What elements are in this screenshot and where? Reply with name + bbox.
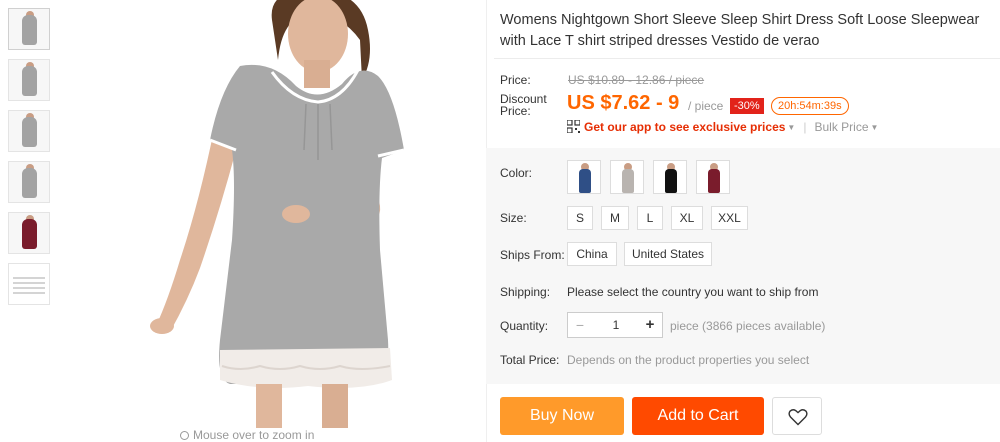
thumb-line: [13, 282, 45, 284]
price-unit: / piece: [688, 99, 724, 113]
size-option-xxl[interactable]: XXL: [711, 206, 748, 230]
color-swatch-wine[interactable]: [696, 160, 730, 194]
quantity-availability: piece (3866 pieces available): [670, 319, 826, 333]
quantity-input[interactable]: 1: [592, 313, 640, 337]
price-label: Price:: [500, 73, 531, 87]
main-product-image[interactable]: [60, 0, 480, 428]
swatch-figure-dress: [708, 169, 720, 193]
thumbnail-list: [8, 8, 52, 314]
ships-from-label: Ships From:: [500, 248, 565, 262]
countdown-timer: 20h:54m:39s: [771, 97, 849, 115]
magnifier-icon: [180, 431, 189, 440]
ships-from-china[interactable]: China: [567, 242, 617, 266]
thumb-line: [13, 277, 45, 279]
thumb-figure-dress: [22, 168, 37, 198]
qr-code-icon: [567, 120, 580, 133]
thumb-figure-dress: [22, 66, 37, 96]
wishlist-button[interactable]: [772, 397, 822, 435]
current-price: US $7.62 - 9: [567, 92, 680, 114]
size-option-l[interactable]: L: [637, 206, 663, 230]
thumb-line: [13, 287, 45, 289]
color-swatch-blue[interactable]: [567, 160, 601, 194]
size-option-xl[interactable]: XL: [671, 206, 703, 230]
total-price-message: Depends on the product properties you se…: [567, 353, 810, 367]
swatch-figure-dress: [622, 169, 634, 193]
thumbnail-2[interactable]: [8, 59, 50, 101]
thumbnail-4[interactable]: [8, 161, 50, 203]
separator: |: [803, 120, 807, 134]
add-to-cart-button[interactable]: Add to Cart: [632, 397, 764, 435]
color-label: Color:: [500, 166, 533, 180]
quantity-decrease-button[interactable]: −: [568, 313, 592, 337]
total-price-label: Total Price:: [500, 353, 560, 367]
quantity-label: Quantity:: [500, 319, 549, 333]
quantity-increase-button[interactable]: +: [638, 313, 662, 337]
zoom-hint-text: Mouse over to zoom in: [193, 428, 315, 442]
nightgown-model-illustration: [150, 0, 405, 428]
thumbnail-3[interactable]: [8, 110, 50, 152]
original-price: US $10.89 - 12.86 / piece: [568, 73, 705, 87]
discount-price-label: Discount Price:: [500, 92, 547, 118]
swatch-figure-dress: [665, 169, 677, 193]
chevron-down-icon[interactable]: ▼: [871, 123, 879, 132]
swatch-figure-dress: [579, 169, 591, 193]
color-swatch-black[interactable]: [653, 160, 687, 194]
thumb-line: [13, 292, 45, 294]
thumbnail-5[interactable]: [8, 212, 50, 254]
bulk-price-link[interactable]: Bulk Price: [814, 120, 868, 134]
size-option-s[interactable]: S: [567, 206, 593, 230]
app-promo-row: Get our app to see exclusive prices ▼ | Bul…: [567, 120, 878, 134]
shipping-label: Shipping:: [500, 285, 551, 299]
title-divider: [494, 58, 1000, 59]
product-properties-panel: [486, 148, 1000, 384]
chevron-down-icon[interactable]: ▼: [787, 123, 795, 132]
product-title: Womens Nightgown Short Sleeve Sleep Shir…: [500, 12, 980, 49]
quantity-stepper: − 1 +: [567, 312, 663, 338]
color-swatch-gray[interactable]: [610, 160, 644, 194]
thumb-figure-dress: [22, 15, 37, 45]
app-promo-link[interactable]: Get our app to see exclusive prices: [584, 120, 785, 134]
zoom-hint: Mouse over to zoom in: [180, 428, 314, 442]
thumb-figure-dress: [22, 117, 37, 147]
thumb-figure-dress: [22, 219, 37, 249]
buy-now-button[interactable]: Buy Now: [500, 397, 624, 435]
size-option-m[interactable]: M: [601, 206, 629, 230]
thumbnail-6-size-chart[interactable]: [8, 263, 50, 305]
size-label: Size:: [500, 211, 527, 225]
heart-icon: [788, 409, 808, 426]
discount-badge: -30%: [730, 98, 764, 114]
shipping-message[interactable]: Please select the country you want to sh…: [567, 285, 818, 299]
thumbnail-1[interactable]: [8, 8, 50, 50]
ships-from-united-states[interactable]: United States: [624, 242, 712, 266]
